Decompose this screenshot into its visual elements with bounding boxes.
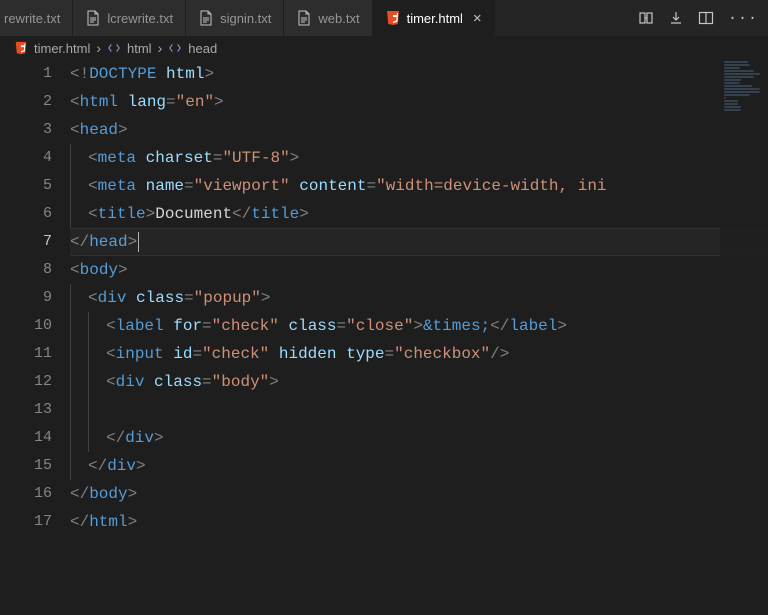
code-line[interactable]: <meta charset="UTF-8">: [70, 144, 768, 172]
breadcrumb[interactable]: timer.html › html › head: [0, 36, 768, 60]
tab-label: web.txt: [318, 11, 359, 26]
code-line[interactable]: <meta name="viewport" content="width=dev…: [70, 172, 768, 200]
tab-signin[interactable]: signin.txt: [186, 0, 284, 36]
code-line[interactable]: [70, 396, 768, 424]
tab-label: signin.txt: [220, 11, 271, 26]
code-line[interactable]: <html lang="en">: [70, 88, 768, 116]
download-icon[interactable]: [668, 10, 684, 26]
tab-web[interactable]: web.txt: [284, 0, 372, 36]
code-line[interactable]: <div class="body">: [70, 368, 768, 396]
tab-rewrite[interactable]: rewrite.txt: [0, 0, 73, 36]
code-line[interactable]: </div>: [70, 452, 768, 480]
symbol-icon: [107, 41, 121, 55]
chevron-right-icon: ›: [158, 40, 163, 56]
code-line[interactable]: </html>: [70, 508, 768, 536]
file-text-icon: [296, 10, 312, 26]
code-line[interactable]: <label for="check" class="close">&times;…: [70, 312, 768, 340]
code-line[interactable]: <head>: [70, 116, 768, 144]
compare-icon[interactable]: [638, 10, 654, 26]
code-line[interactable]: <input id="check" hidden type="checkbox"…: [70, 340, 768, 368]
breadcrumb-segment: head: [188, 41, 217, 56]
code-line[interactable]: </body>: [70, 480, 768, 508]
minimap[interactable]: [720, 60, 768, 615]
html-file-icon: [14, 41, 28, 55]
tab-label: timer.html: [407, 11, 463, 26]
code-line[interactable]: </div>: [70, 424, 768, 452]
symbol-icon: [168, 41, 182, 55]
html-file-icon: [385, 10, 401, 26]
code-line[interactable]: <!DOCTYPE html>: [70, 60, 768, 88]
code-area[interactable]: <!DOCTYPE html><html lang="en"><head><me…: [70, 60, 768, 615]
code-line[interactable]: </head>: [70, 228, 768, 256]
more-actions-icon[interactable]: ···: [728, 10, 758, 27]
split-editor-icon[interactable]: [698, 10, 714, 26]
code-line[interactable]: <div class="popup">: [70, 284, 768, 312]
code-line[interactable]: <body>: [70, 256, 768, 284]
editor-tabs: rewrite.txt lcrewrite.txt signin.txt web…: [0, 0, 768, 36]
close-icon[interactable]: ×: [473, 10, 482, 27]
breadcrumb-segment: html: [127, 41, 152, 56]
code-line[interactable]: <title>Document</title>: [70, 200, 768, 228]
tab-label: rewrite.txt: [4, 11, 60, 26]
code-editor[interactable]: 1234567891011121314151617 <!DOCTYPE html…: [0, 60, 768, 615]
tab-lcrewrite[interactable]: lcrewrite.txt: [73, 0, 186, 36]
tab-timer[interactable]: timer.html ×: [373, 0, 495, 36]
tab-label: lcrewrite.txt: [107, 11, 173, 26]
line-gutter: 1234567891011121314151617: [0, 60, 70, 615]
file-text-icon: [198, 10, 214, 26]
tab-actions: ···: [628, 0, 768, 36]
chevron-right-icon: ›: [96, 40, 101, 56]
breadcrumb-file: timer.html: [34, 41, 90, 56]
file-text-icon: [85, 10, 101, 26]
